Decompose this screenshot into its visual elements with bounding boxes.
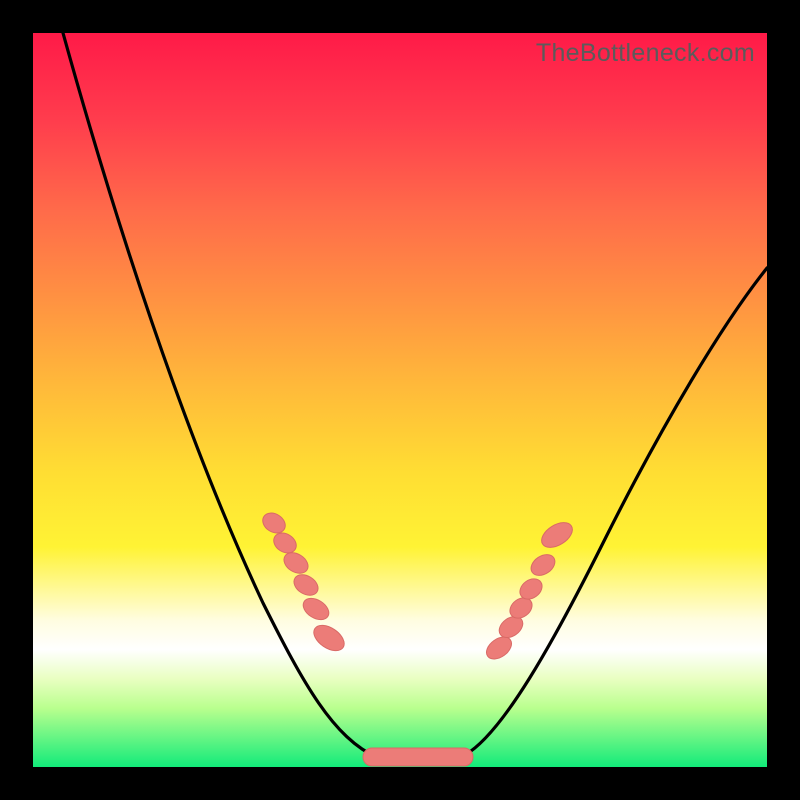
curve-path xyxy=(63,33,767,764)
marker-cluster-bottom xyxy=(363,748,473,766)
chart-plot-area: TheBottleneck.com xyxy=(33,33,767,767)
marker-cluster-left xyxy=(259,509,349,656)
bottleneck-curve xyxy=(33,33,767,767)
marker-cluster-right xyxy=(482,518,576,664)
